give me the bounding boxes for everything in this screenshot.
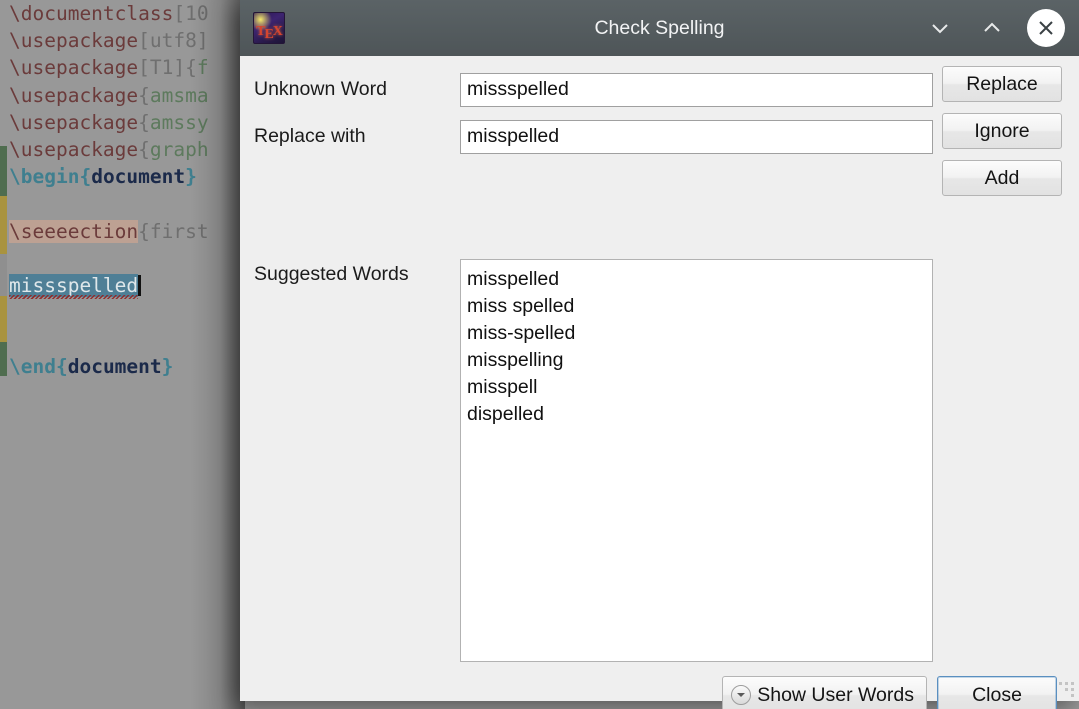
suggested-word-item[interactable]: miss-spelled — [465, 320, 932, 347]
code-token: { — [138, 111, 150, 134]
code-token: \seeeection — [9, 220, 138, 243]
unknown-word-label: Unknown Word — [254, 78, 460, 101]
suggested-words-label: Suggested Words — [254, 259, 460, 286]
gutter-marker — [0, 296, 7, 342]
text-caret — [138, 275, 141, 296]
code-token: [T1]{ — [138, 56, 197, 79]
show-user-words-button[interactable]: Show User Words — [722, 676, 927, 709]
suggested-word-item[interactable]: miss spelled — [465, 293, 932, 320]
code-token: [utf8] — [138, 29, 208, 52]
chevron-down-circle-icon — [731, 685, 751, 705]
grip-dot — [1059, 682, 1062, 685]
suggested-words-list[interactable]: misspelledmiss spelledmiss-spelledmisspe… — [460, 259, 933, 662]
replace-with-label: Replace with — [254, 125, 460, 148]
suggested-word-item[interactable]: misspell — [465, 374, 932, 401]
grip-dot — [1071, 694, 1074, 697]
suggested-word-item[interactable]: misspelled — [465, 266, 932, 293]
chevron-down-icon[interactable] — [923, 11, 957, 45]
suggested-word-item[interactable]: dispelled — [465, 401, 932, 428]
show-user-words-label: Show User Words — [757, 684, 914, 707]
close-button[interactable]: Close — [937, 676, 1057, 709]
code-token: { — [138, 138, 150, 161]
code-token: \usepackage — [9, 138, 138, 161]
suggested-words-section: Suggested Words misspelledmiss spelledmi… — [254, 259, 933, 662]
code-token: \begin — [9, 165, 79, 188]
gutter-marker — [0, 254, 7, 296]
gutter-marker — [0, 168, 7, 196]
code-token: { — [56, 355, 68, 378]
dialog-body: Unknown Word Replace with Replace Ignore… — [240, 56, 1079, 701]
editor-gutter — [0, 0, 7, 709]
code-token: f — [197, 56, 209, 79]
suggested-word-item[interactable]: misspelling — [465, 347, 932, 374]
code-token: missspelled — [9, 274, 138, 297]
code-token: graph — [150, 138, 209, 161]
chevron-up-icon[interactable] — [975, 11, 1009, 45]
grip-dot — [1071, 688, 1074, 691]
screen: \documentclass[10\usepackage[utf8]\usepa… — [0, 0, 1079, 709]
code-token: {first — [138, 220, 208, 243]
grip-dot — [1065, 688, 1068, 691]
code-token: \documentclass — [9, 2, 173, 25]
code-token: document — [68, 355, 162, 378]
code-token: { — [79, 165, 91, 188]
close-x-icon[interactable] — [1027, 9, 1065, 47]
tex-logo-icon: TEX — [253, 12, 285, 44]
code-token: } — [162, 355, 174, 378]
code-token: \usepackage — [9, 29, 138, 52]
check-spelling-dialog: TEX Check Spelling Unknown Word — [240, 0, 1079, 701]
gutter-marker — [0, 342, 7, 376]
gutter-marker — [0, 146, 7, 168]
add-button[interactable]: Add — [942, 160, 1062, 196]
code-token: \end — [9, 355, 56, 378]
action-buttons: Replace Ignore Add — [942, 66, 1064, 207]
unknown-word-input[interactable] — [460, 73, 933, 107]
ignore-button[interactable]: Ignore — [942, 113, 1062, 149]
grip-dot — [1065, 682, 1068, 685]
grip-dot — [1071, 682, 1074, 685]
replace-button[interactable]: Replace — [942, 66, 1062, 102]
dialog-footer: Show User Words Close — [240, 676, 1079, 709]
code-token: } — [185, 165, 197, 188]
code-token: \usepackage — [9, 111, 138, 134]
code-token: [10 — [173, 2, 208, 25]
replace-with-input[interactable] — [460, 120, 933, 154]
window-controls — [923, 9, 1079, 47]
code-token: amsma — [150, 84, 209, 107]
dialog-titlebar[interactable]: TEX Check Spelling — [240, 0, 1079, 56]
code-token: document — [91, 165, 185, 188]
code-token: \usepackage — [9, 84, 138, 107]
gutter-marker — [0, 196, 7, 254]
code-token: amssy — [150, 111, 209, 134]
code-token: \usepackage — [9, 56, 138, 79]
resize-grip[interactable] — [1052, 679, 1074, 697]
code-token: { — [138, 84, 150, 107]
